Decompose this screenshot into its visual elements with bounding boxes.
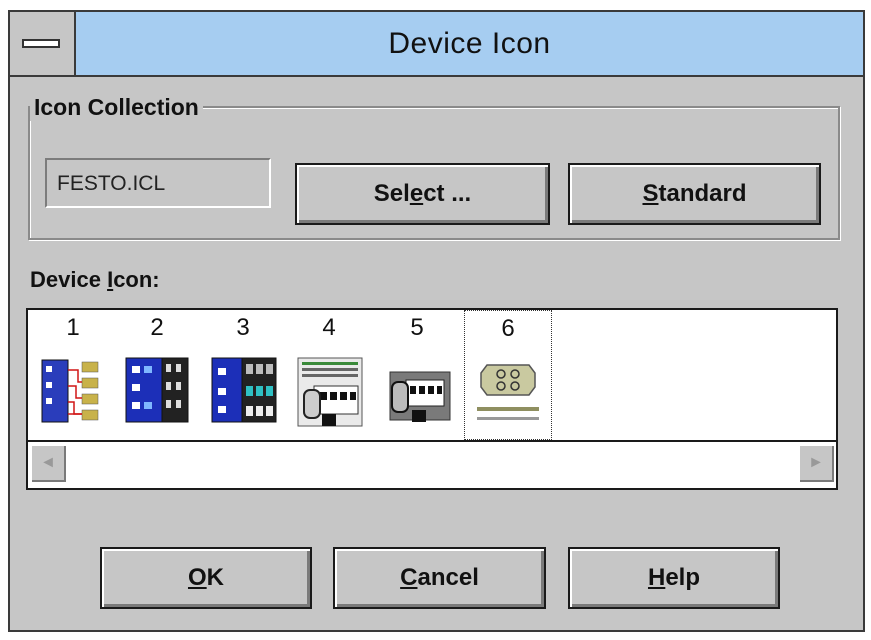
icon-collection-label: Icon Collection — [30, 94, 203, 121]
horizontal-scrollbar[interactable]: ◄ ► — [28, 440, 836, 488]
icon-item-4[interactable]: 4 — [286, 310, 372, 440]
select-button[interactable]: Select ... — [295, 163, 550, 225]
valve-terminal-icon — [297, 357, 363, 427]
device-icon-label: Device Icon: — [30, 267, 160, 292]
cancel-button-label: Cancel — [400, 564, 479, 591]
ok-button-label: OK — [187, 564, 224, 591]
icon-number: 3 — [236, 314, 250, 341]
icon-item-1[interactable]: 1 — [30, 310, 116, 440]
gray-valve-block-icon — [389, 371, 451, 422]
terminal-wiring-icon — [41, 359, 99, 423]
cancel-button[interactable]: Cancel — [333, 547, 546, 609]
sensor-connector-icon — [477, 364, 539, 420]
system-menu-icon — [22, 39, 60, 48]
standard-button-label: Standard — [642, 180, 747, 207]
help-button-label: Help — [647, 564, 701, 591]
collection-file-field: FESTO.ICL — [45, 158, 271, 208]
blue-controller-module-icon — [125, 357, 189, 423]
icon-item-3[interactable]: 3 — [200, 310, 286, 440]
left-arrow-icon: ◄ — [40, 454, 56, 471]
icon-item-2[interactable]: 2 — [114, 310, 200, 440]
scroll-right-button[interactable]: ► — [798, 444, 834, 482]
icon-number: 5 — [410, 314, 424, 341]
icon-item-6[interactable]: 6 — [464, 310, 552, 440]
icon-strip: 1 2 3 4 5 6 — [28, 310, 836, 440]
system-menu-button[interactable] — [10, 12, 76, 75]
right-arrow-icon: ► — [808, 454, 824, 471]
window-title: Device Icon — [76, 12, 863, 75]
icon-item-5[interactable]: 5 — [374, 310, 460, 440]
scroll-left-button[interactable]: ◄ — [30, 444, 66, 482]
blue-controller-io-icon — [211, 357, 277, 423]
device-icon-list[interactable]: 1 2 3 4 5 6 ◄ ► — [26, 308, 838, 490]
title-bar: Device Icon — [10, 12, 863, 77]
help-button[interactable]: Help — [568, 547, 780, 609]
icon-number: 4 — [322, 314, 336, 341]
icon-number: 6 — [501, 315, 515, 342]
icon-number: 1 — [66, 314, 80, 341]
ok-button[interactable]: OK — [100, 547, 312, 609]
select-button-label: Select ... — [373, 180, 472, 207]
standard-button[interactable]: Standard — [568, 163, 821, 225]
icon-number: 2 — [150, 314, 164, 341]
